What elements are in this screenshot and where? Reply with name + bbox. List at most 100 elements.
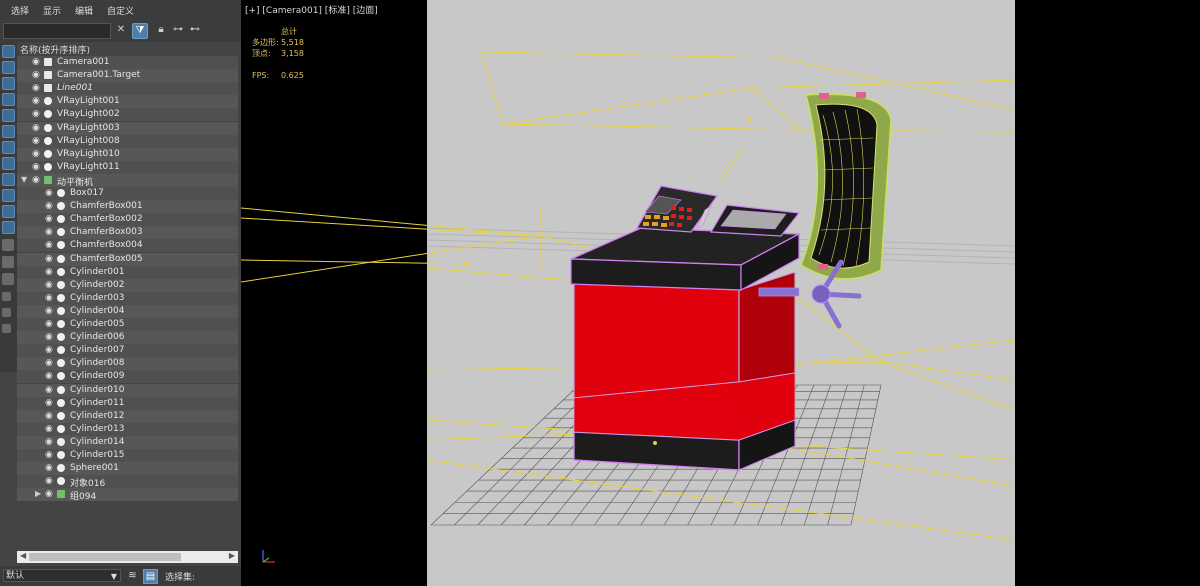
visibility-eye-icon[interactable]: ◉ xyxy=(45,398,55,408)
horizontal-scrollbar[interactable]: ◀ ▶ xyxy=(17,551,238,563)
scroll-left-icon[interactable]: ◀ xyxy=(20,551,26,560)
tree-row[interactable]: ◉ VRayLight001 xyxy=(17,95,238,109)
tree-row[interactable]: ◉ 对象016 xyxy=(17,475,238,489)
visibility-eye-icon[interactable]: ◉ xyxy=(32,83,42,93)
tree-row[interactable]: ◉ Cylinder008 xyxy=(17,357,238,371)
visibility-eye-icon[interactable]: ◉ xyxy=(45,476,55,486)
tree-row[interactable]: ◉ Cylinder014 xyxy=(17,435,238,449)
layers-icon[interactable]: ≋ xyxy=(126,569,139,582)
visibility-eye-icon[interactable]: ◉ xyxy=(45,385,55,395)
folder-icon[interactable] xyxy=(2,324,11,333)
menu-customize[interactable]: 自定义 xyxy=(107,4,134,17)
display-bones-icon[interactable] xyxy=(2,173,15,186)
filter-sync-icon[interactable] xyxy=(2,292,11,301)
tree-row[interactable]: ◉ VRayLight008 xyxy=(17,134,238,148)
visibility-eye-icon[interactable]: ◉ xyxy=(45,489,55,499)
tree-row[interactable]: ◉ Camera001 xyxy=(17,56,238,69)
visibility-eye-icon[interactable]: ◉ xyxy=(45,201,55,211)
tree-row[interactable]: ◉ Cylinder013 xyxy=(17,422,238,436)
display-containers-icon[interactable] xyxy=(2,189,15,202)
tree-row[interactable]: ◉ ChamferBox004 xyxy=(17,239,238,253)
display-shapes-icon[interactable] xyxy=(2,61,15,74)
visibility-eye-icon[interactable]: ◉ xyxy=(32,70,42,80)
tree-row[interactable]: ◉ Cylinder009 xyxy=(17,370,238,384)
visibility-eye-icon[interactable]: ◉ xyxy=(32,57,42,67)
display-groups-icon[interactable] xyxy=(2,141,15,154)
tree-row[interactable]: ◉ Line001 xyxy=(17,82,238,96)
display-none-icon[interactable] xyxy=(2,256,14,268)
filter-icon[interactable]: ⧩ xyxy=(132,23,148,39)
tree-row[interactable]: ◉ Cylinder015 xyxy=(17,449,238,462)
menu-select[interactable]: 选择 xyxy=(11,4,29,17)
tree-row[interactable]: ◉ Sphere001 xyxy=(17,462,238,476)
tree-row[interactable]: ◉ Camera001.Target xyxy=(17,69,238,83)
tree-row[interactable]: ◉ ChamferBox003 xyxy=(17,226,238,240)
visibility-eye-icon[interactable]: ◉ xyxy=(45,332,55,342)
menu-edit[interactable]: 编辑 xyxy=(75,4,93,17)
display-geometry-icon[interactable] xyxy=(2,45,15,58)
tree-row[interactable]: ◉ ChamferBox002 xyxy=(17,213,238,227)
visibility-eye-icon[interactable]: ◉ xyxy=(45,227,55,237)
tree-row[interactable]: ◉ VRayLight010 xyxy=(17,147,238,161)
visibility-eye-icon[interactable]: ◉ xyxy=(32,149,42,159)
tree-row[interactable]: ◉ Cylinder012 xyxy=(17,409,238,423)
tree-row[interactable]: ◉ ChamferBox001 xyxy=(17,200,238,214)
tree-row[interactable]: ◉ VRayLight003 xyxy=(17,121,238,135)
camera-viewport[interactable]: [+] [Camera001] [标准] [边面] 总计 多边形: 5,518 顶… xyxy=(241,0,1200,586)
visibility-eye-icon[interactable]: ◉ xyxy=(45,214,55,224)
visibility-eye-icon[interactable]: ◉ xyxy=(45,371,55,381)
display-xrefs-icon[interactable] xyxy=(2,157,15,170)
scroll-right-icon[interactable]: ▶ xyxy=(229,551,235,560)
tree-row[interactable]: ▼ ◉ 动平衡机 xyxy=(17,173,238,188)
layer-dropdown[interactable]: 默认 ▼ xyxy=(3,569,121,582)
visibility-eye-icon[interactable]: ◉ xyxy=(32,123,42,133)
visibility-eye-icon[interactable]: ◉ xyxy=(45,319,55,329)
display-frozen-icon[interactable] xyxy=(2,205,15,218)
tree-row[interactable]: ◉ Cylinder002 xyxy=(17,278,238,292)
selection-set-icon[interactable]: ▤ xyxy=(143,569,158,584)
tree-row[interactable]: ◉ Cylinder006 xyxy=(17,331,238,345)
lock-icon[interactable]: 🔒︎ xyxy=(154,23,168,37)
visibility-eye-icon[interactable]: ◉ xyxy=(32,96,42,106)
visibility-eye-icon[interactable]: ◉ xyxy=(45,254,55,264)
column-header[interactable]: 名称(按升序排序) xyxy=(17,42,238,56)
scroll-thumb[interactable] xyxy=(29,553,181,561)
visibility-eye-icon[interactable]: ◉ xyxy=(32,136,42,146)
tree-row[interactable]: ◉ Cylinder007 xyxy=(17,344,238,358)
visibility-eye-icon[interactable]: ◉ xyxy=(45,463,55,473)
visibility-eye-icon[interactable]: ◉ xyxy=(45,450,55,460)
tree-row[interactable]: ◉ Cylinder010 xyxy=(17,383,238,397)
display-spacewarps-icon[interactable] xyxy=(2,125,15,138)
display-hidden-icon[interactable] xyxy=(2,221,15,234)
visibility-eye-icon[interactable]: ◉ xyxy=(32,175,42,185)
collapse-arrow-icon[interactable]: ▶ xyxy=(35,489,41,498)
menu-display[interactable]: 显示 xyxy=(43,4,61,17)
visibility-eye-icon[interactable]: ◉ xyxy=(45,411,55,421)
tree-row[interactable]: ◉ Box017 xyxy=(17,187,238,200)
visibility-eye-icon[interactable]: ◉ xyxy=(45,240,55,250)
visibility-eye-icon[interactable]: ◉ xyxy=(45,358,55,368)
tree-row[interactable]: ▶ ◉ 组094 xyxy=(17,488,238,502)
tree-row[interactable]: ◉ VRayLight002 xyxy=(17,108,238,122)
display-all-icon[interactable] xyxy=(2,239,14,251)
tree-row[interactable]: ◉ VRayLight011 xyxy=(17,160,238,174)
filter-icon-2[interactable] xyxy=(2,308,11,317)
tree-row[interactable]: ◉ Cylinder001 xyxy=(17,265,238,279)
viewport-label[interactable]: [+] [Camera001] [标准] [边面] xyxy=(245,3,378,16)
visibility-eye-icon[interactable]: ◉ xyxy=(45,188,55,198)
visibility-eye-icon[interactable]: ◉ xyxy=(45,293,55,303)
tree-row[interactable]: ◉ ChamferBox005 xyxy=(17,252,238,266)
display-cameras-icon[interactable] xyxy=(2,93,15,106)
visibility-eye-icon[interactable]: ◉ xyxy=(45,267,55,277)
tree-row[interactable]: ◉ Cylinder003 xyxy=(17,291,238,305)
visibility-eye-icon[interactable]: ◉ xyxy=(45,280,55,290)
visibility-eye-icon[interactable]: ◉ xyxy=(45,345,55,355)
hierarchy-icon[interactable]: ⊶ xyxy=(171,23,185,37)
visibility-eye-icon[interactable]: ◉ xyxy=(45,437,55,447)
display-helpers-icon[interactable] xyxy=(2,109,15,122)
clear-search-icon[interactable]: ✕ xyxy=(114,23,128,37)
visibility-eye-icon[interactable]: ◉ xyxy=(32,109,42,119)
tree-row[interactable]: ◉ Cylinder011 xyxy=(17,396,238,410)
search-input[interactable] xyxy=(3,23,111,39)
link-icon[interactable]: ⊷ xyxy=(188,23,202,37)
